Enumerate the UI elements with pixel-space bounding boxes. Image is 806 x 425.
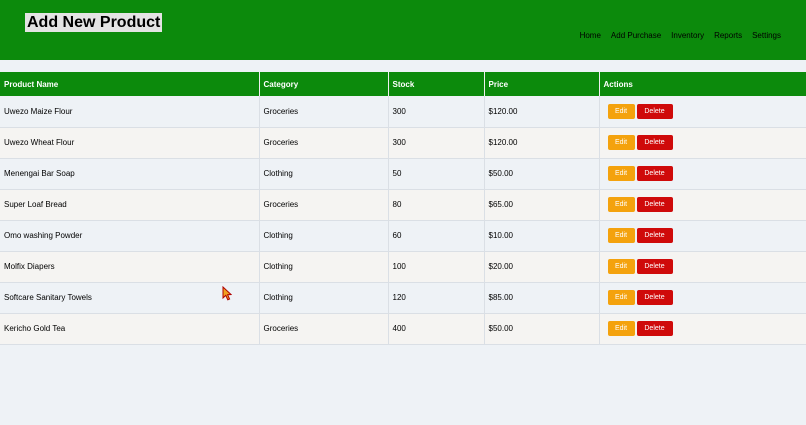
table-row: Uwezo Wheat Flour Groceries 300 $120.00 … [0, 127, 806, 159]
edit-button[interactable]: Edit [607, 103, 635, 119]
category-cell: Clothing [259, 251, 389, 283]
delete-button[interactable]: Delete [636, 321, 673, 336]
actions-cell: Edit Delete [599, 251, 806, 283]
category-cell: Groceries [259, 189, 389, 221]
price-cell: $120.00 [484, 127, 600, 159]
actions-cell: Edit Delete [599, 189, 806, 221]
actions-cell: Edit Delete [599, 282, 806, 314]
actions-cell: Edit Delete [599, 313, 806, 345]
delete-button[interactable]: Delete [636, 135, 673, 150]
nav-reports-link[interactable]: Reports [714, 31, 742, 41]
table-row: Uwezo Maize Flour Groceries 300 $120.00 … [0, 96, 806, 128]
delete-button[interactable]: Delete [636, 166, 673, 181]
nav-home-link[interactable]: Home [580, 31, 601, 41]
actions-cell: Edit Delete [599, 96, 806, 128]
delete-button[interactable]: Delete [636, 290, 673, 305]
column-header-stock: Stock [388, 72, 485, 96]
mouse-pointer-icon [222, 286, 232, 301]
category-cell: Clothing [259, 282, 389, 314]
product-name-cell: Uwezo Wheat Flour [0, 127, 260, 159]
product-name-cell: Menengai Bar Soap [0, 158, 260, 190]
price-cell: $50.00 [484, 158, 600, 190]
product-name-cell: Molfix Diapers [0, 251, 260, 283]
column-header-product-name: Product Name [0, 72, 260, 96]
nav-add-purchase-link[interactable]: Add Purchase [611, 31, 661, 41]
product-name-cell: Super Loaf Bread [0, 189, 260, 221]
table-row: Softcare Sanitary Towels Clothing 120 $8… [0, 282, 806, 314]
column-header-actions: Actions [599, 72, 806, 96]
product-name-cell: Uwezo Maize Flour [0, 96, 260, 128]
delete-button[interactable]: Delete [636, 197, 673, 212]
category-cell: Clothing [259, 158, 389, 190]
delete-button[interactable]: Delete [636, 103, 673, 119]
stock-cell: 60 [388, 220, 485, 252]
table-row: Molfix Diapers Clothing 100 $20.00 Edit D… [0, 251, 806, 283]
price-cell: $120.00 [484, 96, 600, 128]
stock-cell: 100 [388, 251, 485, 283]
nav-settings-link[interactable]: Settings [752, 31, 781, 41]
table-row: Omo washing Powder Clothing 60 $10.00 Ed… [0, 220, 806, 252]
product-name-cell: Kericho Gold Tea [0, 313, 260, 345]
edit-button[interactable]: Edit [607, 290, 635, 305]
stock-cell: 50 [388, 158, 485, 190]
app-header: Add New Product Home Add Purchase Invent… [0, 0, 806, 60]
top-nav: Home Add Purchase Inventory Reports Sett… [580, 31, 781, 41]
column-header-price: Price [484, 72, 600, 96]
actions-cell: Edit Delete [599, 220, 806, 252]
product-name-cell: Softcare Sanitary Towels [0, 282, 260, 314]
table-row: Kericho Gold Tea Groceries 400 $50.00 Ed… [0, 313, 806, 345]
table-row: Super Loaf Bread Groceries 80 $65.00 Edi… [0, 189, 806, 221]
edit-button[interactable]: Edit [607, 259, 635, 274]
category-cell: Clothing [259, 220, 389, 252]
actions-cell: Edit Delete [599, 127, 806, 159]
nav-inventory-link[interactable]: Inventory [671, 31, 704, 41]
table-header-row: Product Name Category Stock Price Action… [0, 72, 806, 96]
category-cell: Groceries [259, 313, 389, 345]
product-name-cell: Omo washing Powder [0, 220, 260, 252]
column-header-category: Category [259, 72, 389, 96]
actions-cell: Edit Delete [599, 158, 806, 190]
edit-button[interactable]: Edit [607, 321, 635, 336]
category-cell: Groceries [259, 127, 389, 159]
category-cell: Groceries [259, 96, 389, 128]
edit-button[interactable]: Edit [607, 135, 635, 150]
edit-button[interactable]: Edit [607, 228, 635, 243]
product-table: Product Name Category Stock Price Action… [0, 72, 806, 345]
price-cell: $10.00 [484, 220, 600, 252]
delete-button[interactable]: Delete [636, 259, 673, 274]
page-title: Add New Product [25, 13, 163, 32]
edit-button[interactable]: Edit [607, 197, 635, 212]
table-row: Menengai Bar Soap Clothing 50 $50.00 Edi… [0, 158, 806, 190]
stock-cell: 400 [388, 313, 485, 345]
stock-cell: 300 [388, 96, 485, 128]
stock-cell: 300 [388, 127, 485, 159]
price-cell: $65.00 [484, 189, 600, 221]
stock-cell: 120 [388, 282, 485, 314]
price-cell: $50.00 [484, 313, 600, 345]
edit-button[interactable]: Edit [607, 166, 635, 181]
stock-cell: 80 [388, 189, 485, 221]
delete-button[interactable]: Delete [636, 228, 673, 243]
price-cell: $85.00 [484, 282, 600, 314]
price-cell: $20.00 [484, 251, 600, 283]
product-table-container: Product Name Category Stock Price Action… [0, 72, 806, 345]
